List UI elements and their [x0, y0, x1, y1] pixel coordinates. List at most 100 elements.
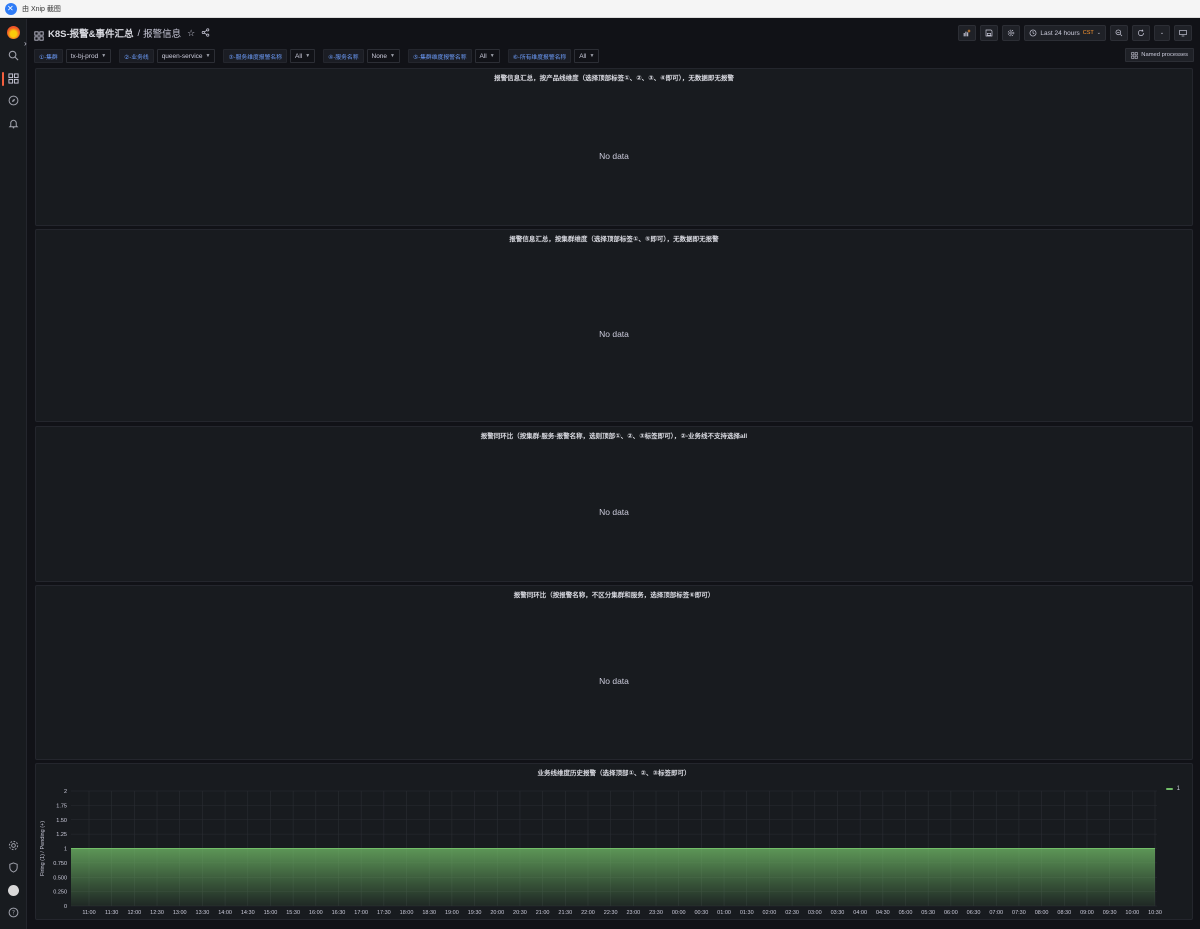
active-indicator	[2, 72, 4, 86]
x-tick-label: 18:00	[400, 910, 414, 916]
star-icon[interactable]: ☆	[187, 28, 195, 39]
x-tick-label: 13:00	[173, 910, 187, 916]
variable-select-service-name[interactable]: None ▼	[366, 49, 400, 63]
search-icon[interactable]	[7, 49, 20, 62]
chevron-down-icon: ▼	[589, 53, 595, 59]
x-tick-label: 06:00	[944, 910, 958, 916]
x-tick-label: 22:00	[581, 910, 595, 916]
variable-select-business-line[interactable]: queen-service ▼	[156, 49, 216, 63]
panel-alert-summary-product-line: 报警信息汇总，按产品线维度（选择顶部标签①、②、③、④即可），无数据即无报警 N…	[35, 68, 1193, 226]
configuration-gear-icon[interactable]	[7, 839, 20, 852]
timezone-label: CST	[1082, 30, 1094, 36]
variable-label-cluster: ①-集群	[34, 49, 63, 63]
no-data-text: No data	[599, 507, 629, 517]
x-tick-label: 03:00	[808, 910, 822, 916]
x-tick-label: 11:00	[82, 910, 95, 916]
variable-select-cluster[interactable]: tx-bj-prod ▼	[65, 49, 112, 63]
legend-swatch	[1165, 788, 1173, 790]
x-tick-label: 08:30	[1057, 910, 1071, 916]
x-tick-label: 10:00	[1125, 910, 1139, 916]
alerting-bell-icon[interactable]	[7, 117, 20, 130]
y-tick-label: 1.75	[56, 803, 67, 809]
x-tick-label: 11:30	[105, 910, 118, 916]
dashboard-grid-icon	[34, 28, 44, 41]
x-tick-label: 23:00	[626, 910, 640, 916]
panel-alert-comparison-service: 报警同环比（按集群-服务-报警名称，选则顶部①、②、③标签即可），②-业务线不支…	[35, 426, 1193, 582]
explore-compass-icon[interactable]	[7, 94, 20, 107]
variable-select-cluster-alert-name[interactable]: All ▼	[474, 49, 500, 63]
x-tick-label: 14:30	[241, 910, 255, 916]
x-tick-label: 02:00	[763, 910, 777, 916]
tv-mode-button[interactable]	[1174, 25, 1192, 41]
dashboard-title[interactable]: 报警信息	[143, 26, 181, 40]
x-tick-label: 21:00	[536, 910, 550, 916]
no-data-text: No data	[599, 676, 629, 686]
panel-title[interactable]: 报警同环比（按报警名称，不区分集群和服务，选择顶部标签⑥即可）	[36, 589, 1192, 599]
y-tick-label: 1.50	[56, 818, 67, 824]
panel-alert-summary-cluster: 报警信息汇总，按集群维度（选择顶部标签①、⑤即可），无数据即无报警 No dat…	[35, 229, 1193, 422]
dashboard-nav: K8S-报警&事件汇总 / 报警信息 ☆ Last 24 hours CST ⌄…	[28, 19, 1200, 47]
x-tick-label: 19:00	[445, 910, 459, 916]
variable-value: queen-service	[161, 52, 203, 60]
legend-series-name: 1	[1176, 786, 1180, 792]
chevron-down-icon: ▼	[205, 53, 211, 59]
dashboard-settings-button[interactable]	[1002, 25, 1021, 41]
chevron-down-icon: ▼	[305, 53, 311, 59]
named-processes-label: Named processes	[1141, 52, 1188, 58]
x-tick-label: 12:00	[127, 910, 141, 916]
grafana-logo-icon[interactable]	[7, 26, 20, 39]
x-tick-label: 04:00	[853, 910, 867, 916]
no-data-text: No data	[599, 151, 629, 161]
add-panel-button[interactable]	[958, 25, 977, 41]
variable-value: All	[294, 52, 303, 60]
variable-label-service-name: ④-服务名称	[323, 49, 364, 63]
user-avatar[interactable]	[8, 885, 19, 896]
panel-title[interactable]: 报警同环比（按集群-服务-报警名称，选则顶部①、②、③标签即可），②-业务线不支…	[36, 430, 1192, 440]
dashboards-icon[interactable]	[7, 72, 20, 85]
x-tick-label: 03:30	[831, 910, 845, 916]
dashboard-grid-icon	[1131, 51, 1138, 59]
y-tick-label: 1.25	[56, 832, 67, 838]
share-icon[interactable]	[201, 27, 210, 39]
named-processes-link[interactable]: Named processes	[1125, 48, 1194, 62]
x-tick-label: 00:00	[672, 910, 686, 916]
xnip-logo-icon	[5, 2, 17, 15]
breadcrumb-separator: /	[137, 27, 141, 39]
save-dashboard-button[interactable]	[980, 25, 999, 41]
dashboard-folder-title[interactable]: K8S-报警&事件汇总	[48, 26, 134, 40]
x-tick-label: 07:00	[989, 910, 1003, 916]
chart-legend[interactable]: 1	[1165, 786, 1180, 792]
x-tick-label: 20:30	[513, 910, 527, 916]
x-tick-label: 14:00	[218, 910, 232, 916]
y-axis-label: Firing (1) / Pending (+)	[40, 821, 46, 876]
os-title: 由 Xnip 截图	[22, 5, 61, 13]
alert-history-chart: 0 0.250 0.500 0.750 1 1.25 1.50 1.75 2 11:00 11:30…	[40, 789, 1162, 916]
variable-select-all-alert-name[interactable]: All ▼	[574, 49, 600, 63]
panel-business-line-alert-history: 业务线维度历史报警（选择顶部①、②、③标签即可） 0 0.250 0.500 0.75…	[35, 763, 1193, 920]
y-tick-label: 0.500	[53, 875, 67, 881]
x-tick-label: 23:30	[649, 910, 663, 916]
chevron-down-icon: ▼	[390, 53, 395, 59]
x-tick-label: 13:30	[196, 910, 210, 916]
panel-title[interactable]: 报警信息汇总，按产品线维度（选择顶部标签①、②、③、④即可），无数据即无报警	[36, 72, 1192, 82]
refresh-button[interactable]	[1132, 25, 1150, 41]
time-picker-button[interactable]: Last 24 hours CST ⌄	[1024, 25, 1106, 41]
panel-title[interactable]: 报警信息汇总，按集群维度（选择顶部标签①、⑤即可），无数据即无报警	[36, 233, 1192, 243]
x-tick-label: 18:30	[422, 910, 436, 916]
x-tick-label: 06:30	[967, 910, 981, 916]
x-tick-label: 17:30	[377, 910, 391, 916]
zoom-out-button[interactable]	[1110, 25, 1128, 41]
x-tick-label: 08:00	[1035, 910, 1049, 916]
refresh-interval-dropdown[interactable]: ⌄	[1154, 25, 1170, 41]
x-tick-label: 01:00	[717, 910, 731, 916]
x-tick-label: 17:00	[354, 910, 368, 916]
variable-value: All	[579, 52, 587, 60]
server-admin-shield-icon[interactable]	[7, 861, 20, 874]
y-tick-label: 0	[64, 904, 67, 910]
help-icon[interactable]: ?	[7, 906, 20, 919]
variable-select-service-alert-name[interactable]: All ▼	[289, 49, 316, 63]
x-tick-label: 15:30	[286, 910, 300, 916]
variable-value: None	[371, 52, 388, 60]
x-tick-label: 04:30	[876, 910, 890, 916]
x-tick-label: 21:30	[558, 910, 572, 916]
